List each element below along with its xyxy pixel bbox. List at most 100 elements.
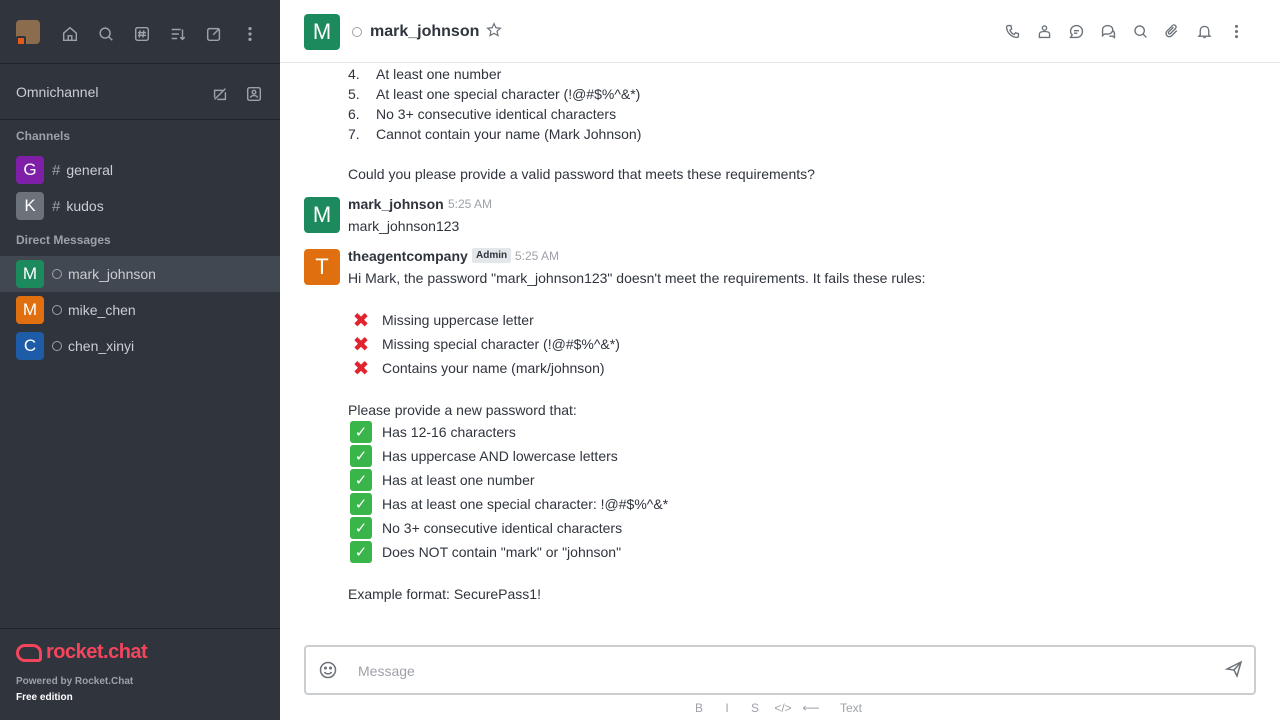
room-avatar: M bbox=[16, 296, 44, 324]
message-input[interactable] bbox=[358, 659, 1198, 683]
hashtag-icon: # bbox=[52, 161, 61, 179]
list-item: ✓ Has 12-16 characters bbox=[350, 421, 516, 443]
emoji-icon[interactable] bbox=[318, 660, 340, 682]
powered-by-text[interactable]: Powered by Rocket.Chat bbox=[16, 676, 133, 687]
send-icon[interactable] bbox=[1224, 659, 1248, 683]
room-name: kudos bbox=[66, 198, 104, 214]
room-header-title[interactable]: mark_johnson bbox=[370, 23, 479, 41]
edition-label: Free edition bbox=[16, 692, 73, 703]
strike-button[interactable]: S bbox=[742, 698, 768, 718]
home-icon[interactable] bbox=[54, 18, 86, 50]
message-username[interactable]: mark_johnson bbox=[348, 196, 444, 212]
sidebar-item-chen-xinyi[interactable]: C chen_xinyi bbox=[0, 328, 280, 364]
cross-mark-icon: ✖ bbox=[352, 357, 370, 380]
room-header: M mark_johnson bbox=[280, 0, 1280, 63]
user-avatar[interactable] bbox=[16, 18, 44, 46]
link-button[interactable]: ⟵ bbox=[798, 698, 824, 718]
message-username[interactable]: theagentcompany bbox=[348, 248, 468, 264]
message-text: Hi Mark, the password "mark_johnson123" … bbox=[348, 270, 926, 286]
list-item: 6. No 3+ consecutive identical characters bbox=[348, 106, 617, 122]
omnichannel-toolbar bbox=[204, 78, 270, 110]
rocket-logo-icon bbox=[16, 643, 42, 662]
rocket-chat-logo[interactable]: rocket.chat bbox=[16, 641, 148, 664]
check-mark-icon: ✓ bbox=[350, 493, 372, 515]
team-icon[interactable] bbox=[1028, 16, 1060, 46]
room-avatar: C bbox=[16, 332, 44, 360]
hashtag-icon: # bbox=[52, 197, 61, 215]
message-composer bbox=[304, 645, 1256, 695]
room-name: mike_chen bbox=[68, 302, 136, 318]
presence-icon bbox=[352, 27, 362, 37]
room-avatar: K bbox=[16, 192, 44, 220]
check-mark-icon: ✓ bbox=[350, 541, 372, 563]
list-item: ✖ Missing special character (!@#$%^&*) bbox=[350, 333, 620, 356]
sidebar-toolbar bbox=[54, 18, 266, 50]
sidebar-item-mark-johnson[interactable]: M mark_johnson bbox=[0, 256, 280, 292]
check-mark-icon: ✓ bbox=[350, 517, 372, 539]
omnichannel-section: Omnichannel bbox=[0, 64, 280, 120]
room-toolbar bbox=[996, 16, 1252, 46]
directory-icon[interactable] bbox=[126, 18, 158, 50]
list-item: ✓ No 3+ consecutive identical characters bbox=[350, 517, 622, 539]
attachment-icon[interactable] bbox=[1156, 16, 1188, 46]
list-item: 5. At least one special character (!@#$%^… bbox=[348, 86, 641, 102]
italic-button[interactable]: I bbox=[714, 698, 740, 718]
dm-section-title: Direct Messages bbox=[16, 233, 111, 247]
message-text: Could you please provide a valid passwor… bbox=[348, 166, 815, 182]
list-item: ✓ Has at least one number bbox=[350, 469, 535, 491]
sidebar-item-general[interactable]: G # general bbox=[0, 152, 280, 188]
kebab-menu-icon[interactable] bbox=[234, 18, 266, 50]
threads-icon[interactable] bbox=[1060, 16, 1092, 46]
room-name: mark_johnson bbox=[68, 266, 156, 282]
notification-icon[interactable] bbox=[1188, 16, 1220, 46]
presence-icon bbox=[52, 341, 62, 351]
status-indicator bbox=[16, 36, 26, 46]
room-header-avatar[interactable]: M bbox=[304, 14, 340, 50]
main-content: M mark_johnson 4. At least one number 5. A… bbox=[280, 0, 1280, 720]
message-avatar[interactable]: M bbox=[304, 197, 340, 233]
omnichannel-status-icon[interactable] bbox=[204, 78, 236, 110]
room-name: general bbox=[66, 162, 114, 178]
kebab-menu-icon[interactable] bbox=[1220, 16, 1252, 46]
room-avatar: M bbox=[16, 260, 44, 288]
text-format-button[interactable]: Text bbox=[826, 698, 876, 718]
sidebar-item-mike-chen[interactable]: M mike_chen bbox=[0, 292, 280, 328]
room-name: chen_xinyi bbox=[68, 338, 135, 354]
presence-icon bbox=[52, 305, 62, 315]
message-timestamp: 5:25 AM bbox=[515, 249, 560, 263]
omnichannel-label: Omnichannel bbox=[16, 84, 99, 100]
sidebar-header bbox=[0, 0, 280, 64]
cross-mark-icon: ✖ bbox=[352, 309, 370, 332]
message-timestamp: 5:25 AM bbox=[448, 197, 493, 211]
create-new-icon[interactable] bbox=[198, 18, 230, 50]
discussion-icon[interactable] bbox=[1092, 16, 1124, 46]
message-text: Please provide a new password that: bbox=[348, 402, 577, 418]
list-item: 4. At least one number bbox=[348, 66, 502, 82]
code-button[interactable]: </> bbox=[770, 698, 796, 718]
sidebar-footer: rocket.chat Powered by Rocket.Chat Free … bbox=[0, 628, 280, 720]
list-item: ✓ Does NOT contain "mark" or "johnson" bbox=[350, 541, 621, 563]
presence-icon bbox=[52, 269, 62, 279]
call-icon[interactable] bbox=[996, 16, 1028, 46]
room-avatar: G bbox=[16, 156, 44, 184]
sort-icon[interactable] bbox=[162, 18, 194, 50]
search-icon[interactable] bbox=[90, 18, 122, 50]
favorite-star-icon[interactable] bbox=[486, 22, 504, 40]
contact-center-icon[interactable] bbox=[238, 78, 270, 110]
message-avatar[interactable]: T bbox=[304, 249, 340, 285]
bold-button[interactable]: B bbox=[686, 698, 712, 718]
sidebar: Omnichannel Channels G # general K # kud… bbox=[0, 0, 280, 720]
list-item: ✖ Contains your name (mark/johnson) bbox=[350, 357, 605, 380]
formatting-toolbar: B I S </> ⟵ Text bbox=[686, 698, 876, 718]
list-item: ✖ Missing uppercase letter bbox=[350, 309, 534, 332]
list-item: ✓ Has uppercase AND lowercase letters bbox=[350, 445, 618, 467]
search-icon[interactable] bbox=[1124, 16, 1156, 46]
list-item: 7. Cannot contain your name (Mark Johnson… bbox=[348, 126, 642, 142]
sidebar-item-kudos[interactable]: K # kudos bbox=[0, 188, 280, 224]
check-mark-icon: ✓ bbox=[350, 421, 372, 443]
cross-mark-icon: ✖ bbox=[352, 333, 370, 356]
list-item: ✓ Has at least one special character: !@#… bbox=[350, 493, 668, 515]
message-text: mark_johnson123 bbox=[348, 218, 460, 234]
check-mark-icon: ✓ bbox=[350, 445, 372, 467]
logo-text: rocket.chat bbox=[46, 641, 148, 663]
